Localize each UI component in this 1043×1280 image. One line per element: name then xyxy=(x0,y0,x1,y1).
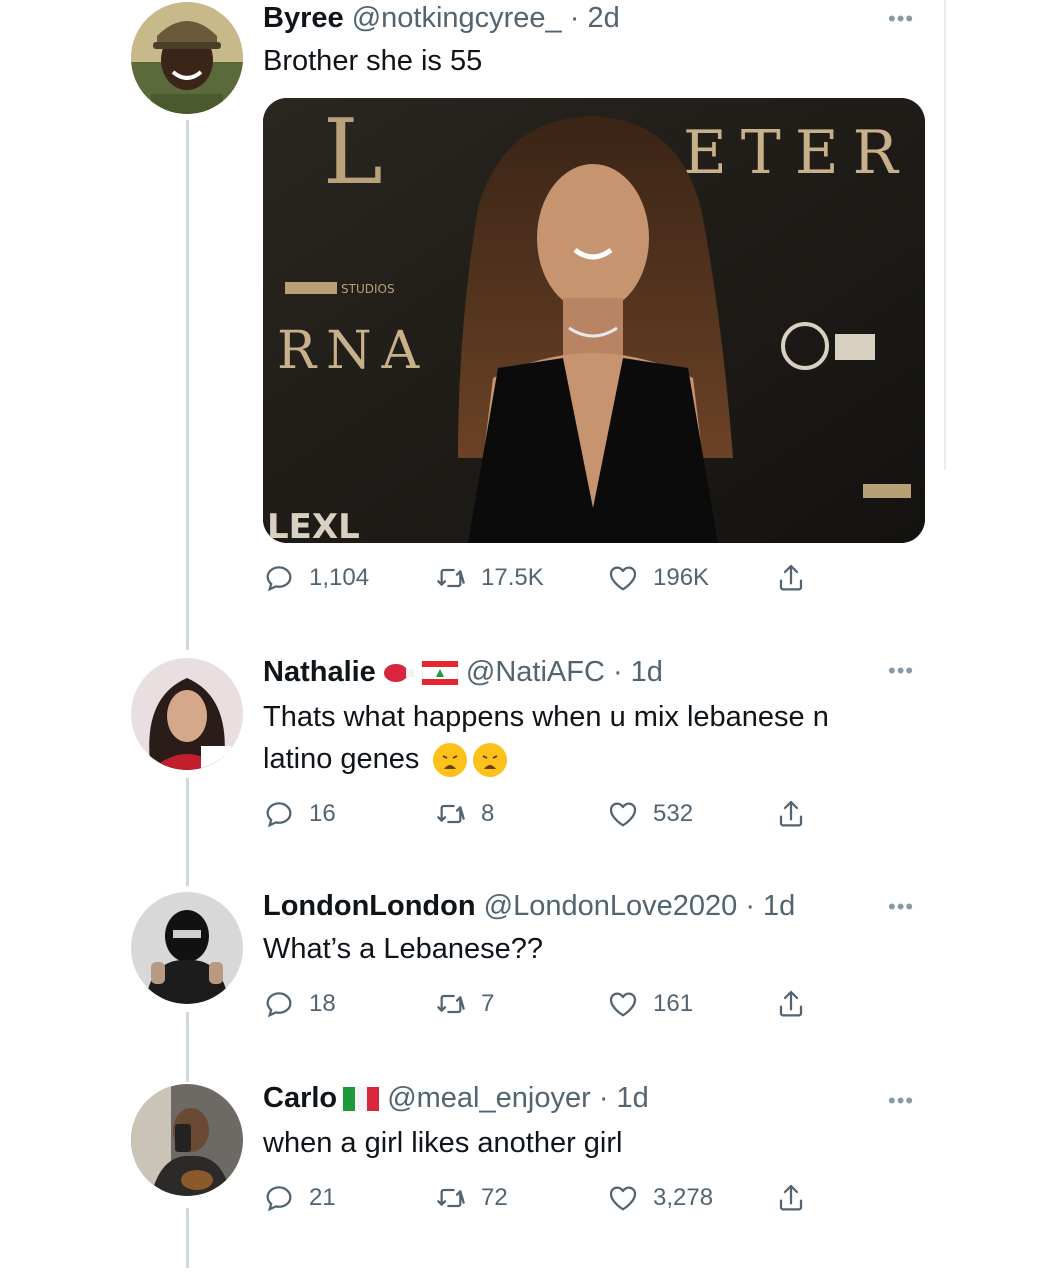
share-button[interactable] xyxy=(775,1182,821,1214)
tweet-header: Nathalie @NatiAFC · 1d xyxy=(263,656,663,689)
weary-face-emoji xyxy=(473,743,508,778)
share-button[interactable] xyxy=(775,988,821,1020)
share-icon xyxy=(775,798,807,830)
like-count: 196K xyxy=(653,564,710,591)
weary-face-emoji xyxy=(433,743,468,778)
tweet: Nathalie @NatiAFC · 1d ••• Thats what ha… xyxy=(0,650,1043,850)
share-icon xyxy=(775,1182,807,1214)
reply-button[interactable]: 16 xyxy=(263,798,336,830)
retweet-count: 17.5K xyxy=(481,564,544,591)
backdrop-letter: STUDIOS xyxy=(341,282,395,296)
retweet-count: 7 xyxy=(481,990,495,1017)
avatar[interactable] xyxy=(131,892,243,1004)
tweet: Carlo @meal_enjoyer · 1d ••• when a girl… xyxy=(0,1078,1043,1238)
author-handle[interactable]: @meal_enjoyer xyxy=(387,1082,591,1114)
avatar[interactable] xyxy=(131,2,243,114)
more-icon[interactable]: ••• xyxy=(888,658,914,684)
reply-count: 1,104 xyxy=(309,564,370,591)
heart-icon xyxy=(607,988,639,1020)
reply-icon xyxy=(263,562,295,594)
like-button[interactable]: 3,278 xyxy=(607,1182,713,1214)
avatar[interactable] xyxy=(131,1084,243,1196)
italy-flag-icon xyxy=(343,1087,380,1112)
retweet-button[interactable]: 7 xyxy=(435,988,494,1020)
timestamp[interactable]: · 1d xyxy=(613,656,663,688)
tweet-text: Thats what happens when u mix lebanese n… xyxy=(263,696,933,780)
reply-count: 18 xyxy=(309,990,336,1017)
retweet-count: 72 xyxy=(481,1184,508,1211)
like-button[interactable]: 532 xyxy=(607,798,693,830)
heart-icon xyxy=(607,562,639,594)
timestamp[interactable]: · 2d xyxy=(570,2,620,34)
retweet-count: 8 xyxy=(481,800,495,827)
retweet-button[interactable]: 8 xyxy=(435,798,494,830)
retweet-button[interactable]: 72 xyxy=(435,1182,508,1214)
like-button[interactable]: 161 xyxy=(607,988,693,1020)
tweet-text-line: Thats what happens when u mix lebanese n xyxy=(263,701,829,733)
tweet-text: Brother she is 55 xyxy=(263,45,483,77)
like-count: 532 xyxy=(653,800,694,827)
retweet-icon xyxy=(435,798,467,830)
tweet-header: Byree @notkingcyree_ · 2d xyxy=(263,2,620,35)
tweet-header: Carlo @meal_enjoyer · 1d xyxy=(263,1082,649,1115)
retweet-button[interactable]: 17.5K xyxy=(435,562,544,594)
author-name[interactable]: Byree xyxy=(263,2,344,34)
reply-icon xyxy=(263,988,295,1020)
share-button[interactable] xyxy=(775,562,821,594)
heart-icon xyxy=(607,1182,639,1214)
reply-count: 21 xyxy=(309,1184,336,1211)
boxing-glove-icon xyxy=(383,664,414,683)
avatar[interactable] xyxy=(131,658,243,770)
like-button[interactable]: 196K xyxy=(607,562,709,594)
tweet-actions: 1,104 17.5K 196K xyxy=(263,562,823,602)
tweet-photo[interactable]: L ETER RNA STUDIOS LEXL xyxy=(263,98,925,543)
reply-button[interactable]: 21 xyxy=(263,1182,336,1214)
tweet: Byree @notkingcyree_ · 2d ••• Brother sh… xyxy=(0,0,1043,620)
retweet-icon xyxy=(435,1182,467,1214)
author-handle[interactable]: @LondonLove2020 xyxy=(484,890,738,922)
timestamp[interactable]: · 1d xyxy=(745,890,795,922)
backdrop-letter: ETER xyxy=(683,118,912,188)
reply-button[interactable]: 1,104 xyxy=(263,562,369,594)
tweet-actions: 21 72 3,278 xyxy=(263,1182,823,1222)
reply-icon xyxy=(263,1182,295,1214)
more-icon[interactable]: ••• xyxy=(888,6,914,32)
share-button[interactable] xyxy=(775,798,821,830)
tweet-actions: 16 8 532 xyxy=(263,798,823,838)
tweet-text: when a girl likes another girl xyxy=(263,1127,623,1159)
heart-icon xyxy=(607,798,639,830)
share-icon xyxy=(775,562,807,594)
tweet-actions: 18 7 161 xyxy=(263,988,823,1028)
reply-button[interactable]: 18 xyxy=(263,988,336,1020)
retweet-icon xyxy=(435,988,467,1020)
share-icon xyxy=(775,988,807,1020)
author-name[interactable]: Carlo xyxy=(263,1082,337,1114)
author-handle[interactable]: @notkingcyree_ xyxy=(352,2,562,34)
tweet-text: What’s a Lebanese?? xyxy=(263,933,544,965)
lebanon-flag-icon xyxy=(421,661,458,686)
like-count: 3,278 xyxy=(653,1184,714,1211)
reply-count: 16 xyxy=(309,800,336,827)
author-name[interactable]: LondonLondon xyxy=(263,890,476,922)
tweet-text-line: latino genes xyxy=(263,743,420,775)
retweet-icon xyxy=(435,562,467,594)
tweet-header: LondonLondon @LondonLove2020 · 1d xyxy=(263,890,795,923)
like-count: 161 xyxy=(653,990,694,1017)
tweet: LondonLondon @LondonLove2020 · 1d ••• Wh… xyxy=(0,884,1043,1044)
more-icon[interactable]: ••• xyxy=(888,1088,914,1114)
timestamp[interactable]: · 1d xyxy=(599,1082,649,1114)
backdrop-letter: LEXL xyxy=(267,507,360,543)
backdrop-letter: L xyxy=(323,100,383,205)
backdrop-letter: RNA xyxy=(277,321,429,381)
reply-icon xyxy=(263,798,295,830)
author-name[interactable]: Nathalie xyxy=(263,656,376,688)
author-handle[interactable]: @NatiAFC xyxy=(466,656,605,688)
more-icon[interactable]: ••• xyxy=(888,894,914,920)
